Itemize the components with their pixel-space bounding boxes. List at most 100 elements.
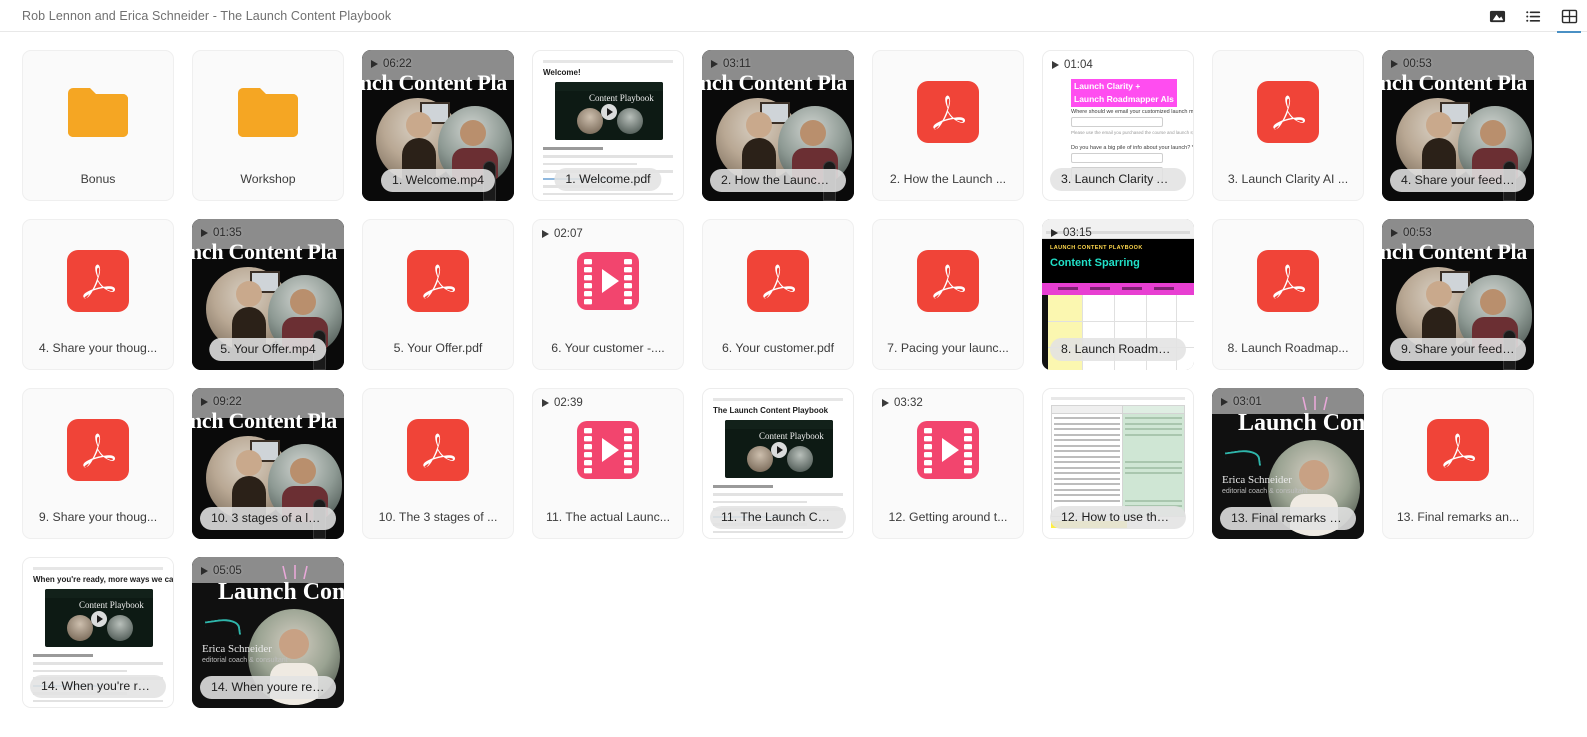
grid-view-icon[interactable] (1557, 6, 1581, 33)
file-tile-video[interactable]: 03:32 12. Getting around t... (872, 388, 1024, 539)
pdf-file-icon (407, 418, 469, 481)
play-triangle-icon (371, 60, 378, 68)
form-note-text: Please use the email you purchased the c… (1071, 130, 1193, 135)
duration-badge: 06:22 (371, 58, 412, 70)
file-name-label: 11. The Launch Cont... (710, 506, 846, 529)
media-tile-solo[interactable]: Launch Cont Erica Schneider editorial co… (192, 557, 344, 708)
list-view-icon[interactable] (1523, 6, 1543, 26)
file-tile-folder[interactable]: Bonus (22, 50, 174, 201)
play-triangle-icon (1391, 60, 1398, 68)
duration-text: 02:07 (554, 228, 583, 240)
tile-icon-area (363, 389, 513, 510)
file-name-label: 2. How the Launch ... (710, 169, 846, 192)
file-name-label: 3. Launch Clarity AI ... (1227, 172, 1349, 186)
file-name-label: 5. Your Offer.mp4 (209, 338, 327, 361)
file-tile-pdf[interactable]: 13. Final remarks an... (1382, 388, 1534, 539)
file-name-label: 8. Launch Roadmap... (1050, 338, 1186, 361)
file-name-label: 4. Share your thoug... (38, 341, 158, 355)
speaker-name-text: Erica Schneider editorial coach & consul… (202, 643, 288, 664)
media-tile-webinar[interactable]: unch Content Pla 00:53 9. Share your fee… (1382, 219, 1534, 370)
file-tile-folder[interactable]: Workshop (192, 50, 344, 201)
file-tile-pdf[interactable]: 8. Launch Roadmap... (1212, 219, 1364, 370)
grid-cell: 2. How the Launch ... (872, 50, 1024, 201)
duration-text: 05:05 (213, 565, 242, 577)
duration-text: 03:11 (723, 58, 751, 70)
play-triangle-icon (882, 399, 889, 407)
grid-cell: 02:07 6. Your customer -.... (532, 219, 684, 370)
duration-text: 02:39 (554, 397, 583, 409)
media-tile-tmpl[interactable]: 12. How to use the ... (1042, 388, 1194, 539)
file-tile-pdf[interactable]: 6. Your customer.pdf (702, 219, 854, 370)
doc-title-text: Welcome! (543, 68, 581, 77)
file-tile-pdf[interactable]: 10. The 3 stages of ... (362, 388, 514, 539)
sheet-kicker-text: LAUNCH CONTENT PLAYBOOK (1050, 245, 1143, 251)
doc-title-text: When you're ready, more ways we can help (33, 575, 173, 584)
pdf-file-icon (917, 249, 979, 312)
file-tile-pdf[interactable]: 4. Share your thoug... (22, 219, 174, 370)
file-name-label: 12. Getting around t... (888, 510, 1008, 524)
file-tile-pdf[interactable]: 5. Your Offer.pdf (362, 219, 514, 370)
pdf-file-icon (1257, 80, 1319, 143)
media-tile-webinar[interactable]: unch Content Pla 03:11 2. How the Launch… (702, 50, 854, 201)
grid-cell: 10. The 3 stages of ... (362, 388, 514, 539)
form-question-1: Where should we email your customized la… (1071, 109, 1193, 115)
image-view-icon[interactable] (1487, 6, 1507, 26)
grid-cell: 7. Pacing your launc... (872, 219, 1024, 370)
media-tile-webinar[interactable]: unch Content Pla 00:53 4. Share your fee… (1382, 50, 1534, 201)
grid-cell: unch Content Pla 06:22 1. Welcome.mp4 (362, 50, 514, 201)
media-tile-doc[interactable]: Welcome! Content Playbook 1. Welcome.pdf (532, 50, 684, 201)
file-name-label: 8. Launch Roadmap... (1227, 341, 1349, 355)
file-name-label: 10. 3 stages of a lau... (200, 507, 336, 530)
grid-cell: The Launch Content Playbook Content Play… (702, 388, 854, 539)
file-name-label: 9. Share your thoug... (38, 510, 158, 524)
media-tile-webinar[interactable]: unch Content Pla 01:35 5. Your Offer.mp4 (192, 219, 344, 370)
media-tile-webinar[interactable]: unch Content Pla 09:22 10. 3 stages of a… (192, 388, 344, 539)
play-triangle-icon (1391, 229, 1398, 237)
file-name-label: 14. When you're rea... (30, 675, 166, 698)
file-name-label: 9. Share your feedb... (1390, 338, 1526, 361)
file-tile-pdf[interactable]: 7. Pacing your launc... (872, 219, 1024, 370)
grid-cell: 3. Launch Clarity AI ... (1212, 50, 1364, 201)
file-name-label: 14. When youre rea... (200, 676, 336, 699)
file-tile-pdf[interactable]: 2. How the Launch ... (872, 50, 1024, 201)
grid-cell: 8. Launch Roadmap... (1212, 219, 1364, 370)
file-name-label: 2. How the Launch ... (889, 172, 1007, 186)
media-tile-doc[interactable]: The Launch Content Playbook Content Play… (702, 388, 854, 539)
video-file-icon (577, 251, 639, 310)
grid-cell: unch Content Pla 09:22 10. 3 stages of a… (192, 388, 344, 539)
play-triangle-icon (1221, 398, 1228, 406)
doc-title-text: The Launch Content Playbook (713, 406, 829, 415)
pdf-file-icon (407, 249, 469, 312)
tile-icon-area (23, 389, 173, 510)
pdf-file-icon (1257, 249, 1319, 312)
media-tile-webinar[interactable]: unch Content Pla 06:22 1. Welcome.mp4 (362, 50, 514, 201)
tile-icon-area (873, 51, 1023, 172)
pdf-file-icon (747, 249, 809, 312)
folder-icon (68, 87, 128, 137)
grid-cell: When you're ready, more ways we can help… (22, 557, 174, 708)
tile-icon-area (363, 220, 513, 341)
pdf-file-icon (67, 249, 129, 312)
media-tile-solo[interactable]: Launch Cont Erica Schneider editorial co… (1212, 388, 1364, 539)
solo-title-text: Launch Cont (218, 579, 344, 605)
media-tile-doc[interactable]: When you're ready, more ways we can help… (22, 557, 174, 708)
solo-title-text: Launch Cont (1238, 410, 1364, 436)
tile-icon-area (703, 220, 853, 341)
file-tile-video[interactable]: 02:39 11. The actual Launc... (532, 388, 684, 539)
file-tile-video[interactable]: 02:07 6. Your customer -.... (532, 219, 684, 370)
file-name-label: 1. Welcome.mp4 (380, 169, 496, 192)
play-triangle-icon (201, 398, 208, 406)
video-file-icon (917, 420, 979, 479)
tile-icon-area (23, 51, 173, 172)
grid-cell: unch Content Pla 00:53 4. Share your fee… (1382, 50, 1534, 201)
media-tile-form[interactable]: Launch Clarity + Launch Roadmapper AIs Wh… (1042, 50, 1194, 201)
folder-icon (238, 87, 298, 137)
grid-cell: 9. Share your thoug... (22, 388, 174, 539)
duration-text: 09:22 (213, 396, 242, 408)
file-tile-pdf[interactable]: 3. Launch Clarity AI ... (1212, 50, 1364, 201)
media-tile-sheet[interactable]: LAUNCH CONTENT PLAYBOOK Content Sparring… (1042, 219, 1194, 370)
grid-cell: 02:39 11. The actual Launc... (532, 388, 684, 539)
play-triangle-icon (711, 60, 718, 68)
file-tile-pdf[interactable]: 9. Share your thoug... (22, 388, 174, 539)
top-bar: Rob Lennon and Erica Schneider - The Lau… (0, 0, 1587, 33)
